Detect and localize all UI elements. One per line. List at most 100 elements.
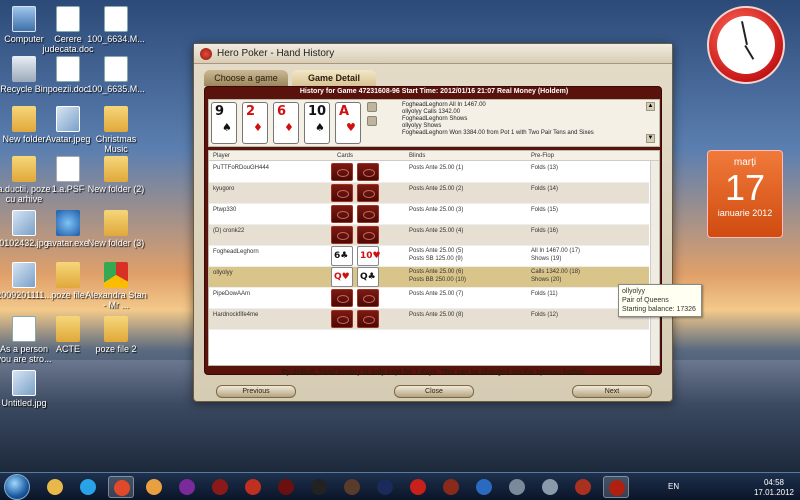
window-titlebar[interactable]: Hero Poker - Hand History: [194, 44, 672, 64]
card-rank: Q: [360, 272, 368, 282]
blinds-cell: Posts Ante 25.00 (2): [409, 186, 464, 192]
log-line: FogheadLeghorn Won 3384.00 from Pot 1 wi…: [402, 130, 594, 136]
table-row[interactable]: PipeDowAAm Posts Ante 25.00 (7) Folds (11): [209, 288, 649, 309]
desktop-icon[interactable]: poze file 2: [84, 316, 148, 354]
card-back-icon: [331, 310, 353, 328]
taskbar-pokerstars-button[interactable]: [405, 476, 431, 498]
taskbar-yahoo-button[interactable]: [174, 476, 200, 498]
players-table: Player Cards Blinds Pre-Flop PuTTFoRDouG…: [208, 150, 660, 366]
col-player: Player: [213, 153, 231, 159]
card-rank: 9: [215, 104, 225, 119]
table-row[interactable]: kyugoro Posts Ante 25.00 (2) Folds (14): [209, 183, 649, 204]
card-suit: ♥: [341, 272, 350, 282]
taskbar-pokerstars2-button[interactable]: [339, 476, 365, 498]
table-row[interactable]: Ptwp330 Posts Ante 25.00 (3) Folds (15): [209, 204, 649, 225]
preflop-cell-2: Shows (19): [531, 256, 562, 262]
taskbar-poker6-button[interactable]: [570, 476, 596, 498]
taskbar-poker5-button[interactable]: [438, 476, 464, 498]
card-back-icon: [357, 310, 379, 328]
tab-choose-game[interactable]: Choose a game: [204, 70, 288, 86]
start-button[interactable]: [4, 474, 30, 500]
taskbar-tumblr-button[interactable]: [141, 476, 167, 498]
pdf-icon: [56, 156, 80, 182]
desktop-icon[interactable]: Alexandra Stan - Mr ...: [84, 262, 148, 310]
poker6-icon: [575, 479, 591, 495]
card-suit: ♥: [372, 251, 381, 261]
info-icon[interactable]: [367, 116, 377, 126]
desktop-icon[interactable]: Christmas Music: [84, 106, 148, 154]
folder-icon: [12, 156, 36, 182]
desktop-icon[interactable]: 100_6634.M...: [84, 6, 148, 44]
system-clock[interactable]: 04:58 17.01.2012: [754, 478, 794, 498]
board-card: 2 ♦: [242, 102, 268, 144]
chat-icon[interactable]: [367, 102, 377, 112]
poker4-icon: [377, 479, 393, 495]
desktop-icon[interactable]: New folder (2): [84, 156, 148, 194]
table-row[interactable]: FogheadLeghorn Posts Ante 25.00 (5) Posts …: [209, 246, 649, 267]
img-icon: [12, 210, 36, 236]
table-row[interactable]: Hardnockfife4me Posts Ante 25.00 (8) Folds…: [209, 309, 649, 330]
card-rank: 6: [277, 104, 287, 119]
tooltip-hand: Pair of Queens: [622, 297, 669, 304]
player-name: (D) cronk22: [213, 228, 245, 234]
taskbar-poker1-button[interactable]: [207, 476, 233, 498]
taskbar-poker2-button[interactable]: [240, 476, 266, 498]
window-title: Hero Poker - Hand History: [217, 48, 335, 59]
table-row[interactable]: PuTTFoRDouGH444 Posts Ante 25.00 (1) Folds…: [209, 162, 649, 183]
taskbar-calculator-button[interactable]: [537, 476, 563, 498]
card-back-icon: [357, 163, 379, 181]
tooltip-balance: Starting balance: 17326: [622, 306, 696, 313]
card-rank: Q: [334, 272, 342, 282]
log-scroll-up-icon[interactable]: ▲: [646, 102, 655, 111]
clock-gadget[interactable]: [707, 6, 785, 84]
table-row[interactable]: (D) cronk22 Posts Ante 25.00 (4) Folds (16…: [209, 225, 649, 246]
previous-button[interactable]: Previous: [216, 385, 296, 398]
card-back-icon: [331, 205, 353, 223]
log-line: FogheadLeghorn Shows: [402, 116, 468, 122]
log-line: FogheadLeghorn All In 1467.00: [402, 102, 486, 108]
taskbar-explorer-button[interactable]: [42, 476, 68, 498]
calendar-gadget[interactable]: marți 17 ianuarie 2012: [707, 150, 783, 238]
next-button[interactable]: Next: [572, 385, 652, 398]
desktop-icon[interactable]: 100_6635.M...: [84, 56, 148, 94]
tray-date: 17.01.2012: [753, 488, 794, 497]
taskbar-kbs-button[interactable]: [471, 476, 497, 498]
card-rank: 10: [360, 251, 373, 261]
calendar-day-number: 17: [724, 167, 766, 208]
doc-icon: [12, 316, 36, 342]
taskbar-fulltilt-button[interactable]: [306, 476, 332, 498]
desktop-icon[interactable]: New folder (3): [84, 210, 148, 248]
card-suit: ♣: [367, 272, 376, 282]
taskbar-poker3-button[interactable]: [273, 476, 299, 498]
img-icon: [12, 262, 36, 288]
taskbar-webcam-button[interactable]: [504, 476, 530, 498]
desktop-icon[interactable]: Untitled.jpg: [0, 370, 56, 408]
log-scroll-down-icon[interactable]: ▼: [646, 134, 655, 143]
tab-game-detail[interactable]: Game Detail: [292, 70, 376, 86]
hand-history-window: Hero Poker - Hand History Choose a game …: [193, 43, 673, 402]
player-name: PipeDowAAm: [213, 291, 251, 297]
tumblr-icon: [146, 479, 162, 495]
close-button[interactable]: Close: [394, 385, 474, 398]
clock-face: [717, 16, 775, 74]
language-indicator[interactable]: EN: [668, 482, 679, 491]
desktop-icon-label: poze file 2: [95, 344, 137, 354]
taskbar-poker4-button[interactable]: [372, 476, 398, 498]
table-scrollbar[interactable]: [650, 161, 659, 365]
hero-poker-logo-icon: [200, 47, 212, 60]
doc-icon: [56, 6, 80, 32]
player-name: ollyolyy: [213, 270, 233, 276]
hole-card: Q♥: [331, 267, 353, 287]
img-icon: [12, 370, 36, 396]
heropoker-icon: [609, 480, 625, 496]
taskbar-heropoker-button[interactable]: [603, 476, 629, 498]
table-row[interactable]: ollyolyy Posts Ante 25.00 (6) Posts BB 250…: [209, 267, 649, 288]
player-name: FogheadLeghorn: [213, 249, 259, 255]
taskbar-skype-button[interactable]: [75, 476, 101, 498]
card-back-icon: [357, 289, 379, 307]
taskbar-chrome-button[interactable]: [108, 476, 134, 498]
hole-card: 6♣: [331, 246, 353, 266]
calendar-month-year: ianuarie 2012: [717, 208, 773, 218]
col-preflop: Pre-Flop: [531, 153, 555, 159]
hole-card: Q♣: [357, 267, 379, 287]
